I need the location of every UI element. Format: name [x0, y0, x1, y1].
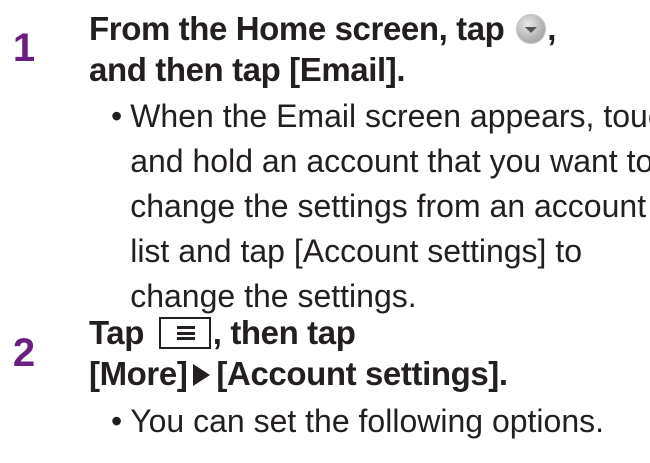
bullet-line: change the settings from an account	[130, 188, 647, 224]
bullet-item: • When the Email screen appears, touch an…	[111, 94, 650, 319]
bullet-line: • When the Email screen appears, touch	[111, 94, 650, 139]
step-title: From the Home screen, tap , and then tap…	[89, 8, 640, 90]
step-title: Tap , then tap [More] [Account settings].	[89, 312, 640, 394]
right-triangle-icon	[193, 364, 211, 386]
step-title-text: , then tap	[212, 314, 356, 351]
step-title-line: Tap , then tap	[89, 312, 640, 353]
step-title-text: Tap	[89, 314, 153, 351]
step-title-line: [More] [Account settings].	[89, 353, 640, 394]
home-menu-icon	[516, 14, 547, 44]
step-title-line: and then tap [Email].	[89, 51, 406, 88]
step-number: 2	[12, 331, 36, 375]
step-bullets: • You can set the following options.	[111, 399, 642, 444]
step-title-text: [Account settings].	[216, 355, 508, 392]
step-number: 1	[12, 26, 36, 70]
step-title-text: [More]	[89, 355, 188, 392]
bullet-text: You can set the following options.	[130, 403, 605, 439]
bullet-marker: •	[111, 403, 123, 439]
step-title-text: From the Home screen, tap	[89, 10, 514, 47]
bullet-text: When the Email screen appears, touch	[130, 98, 650, 134]
bullet-line: and hold an account that you want to	[130, 143, 650, 179]
bullet-line: • You can set the following options.	[111, 399, 642, 444]
step-bullets: • When the Email screen appears, touch an…	[111, 94, 650, 319]
menu-key-icon	[158, 317, 211, 349]
step-title-line: From the Home screen, tap ,	[89, 8, 640, 49]
step-title-text: ,	[547, 10, 556, 47]
bullet-line: list and tap [Account settings] to	[130, 233, 583, 269]
bullet-marker: •	[111, 98, 123, 134]
bullet-item: • You can set the following options.	[111, 399, 642, 444]
